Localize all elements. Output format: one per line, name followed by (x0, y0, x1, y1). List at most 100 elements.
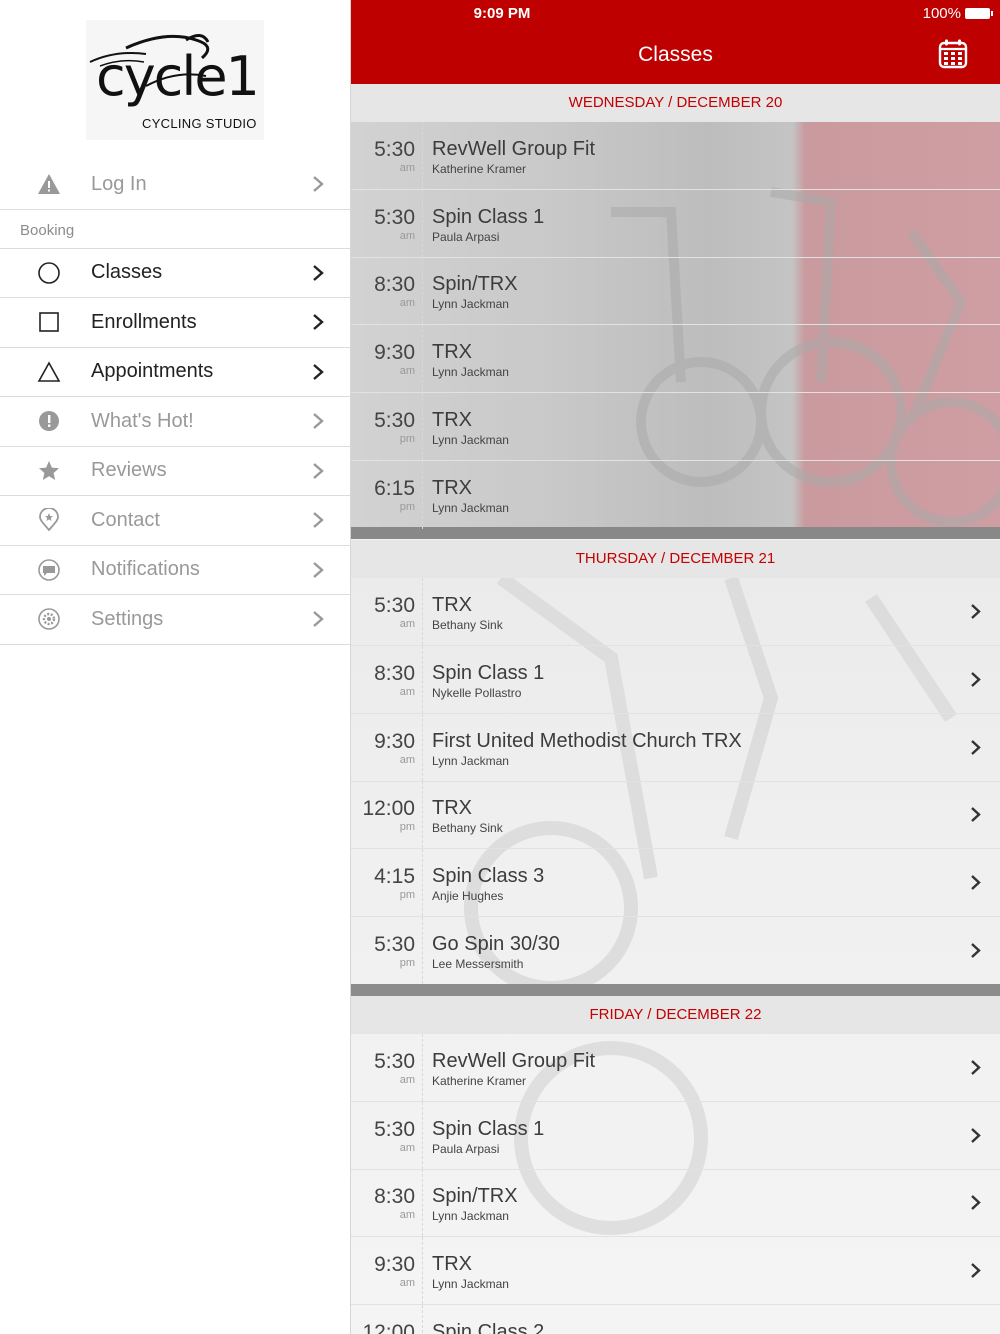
battery-icon (965, 8, 993, 19)
sidebar-item-label: Enrollments (91, 310, 197, 333)
class-row[interactable]: 12:00 pm Spin Class 2 (351, 1305, 1000, 1334)
time-column: 9:30 am (351, 1237, 423, 1304)
class-title: TRX (432, 341, 472, 363)
time-column: 9:30 am (351, 714, 423, 781)
class-time: 5:30 (374, 409, 415, 432)
class-ampm: pm (399, 821, 415, 833)
chevron-right-icon (971, 604, 981, 619)
class-title: TRX (432, 477, 472, 499)
class-row[interactable]: 9:30 am TRX Lynn Jackman (351, 325, 1000, 393)
class-row[interactable]: 9:30 am TRX Lynn Jackman (351, 1237, 1000, 1305)
square-icon (37, 310, 61, 334)
chevron-right-icon (313, 512, 324, 529)
chevron-right-icon (313, 314, 324, 331)
class-time: 9:30 (374, 1253, 415, 1276)
class-title: Spin Class 2 (432, 1321, 545, 1334)
class-ampm: pm (399, 433, 415, 445)
sidebar-item-label: Appointments (91, 360, 214, 383)
nav-bar: 9:09 PM 100% Classes (351, 0, 1000, 84)
class-time: 8:30 (374, 273, 415, 296)
class-time: 12:00 (362, 797, 415, 820)
sidebar-item-appointments[interactable]: Appointments (0, 348, 350, 397)
class-title: Spin Class 3 (432, 865, 545, 887)
studio-logo: cycle1 CYCLING STUDIO (86, 20, 264, 140)
class-time: 8:30 (374, 1185, 415, 1208)
calendar-icon[interactable] (937, 38, 969, 70)
class-row[interactable]: 8:30 am Spin/TRX Lynn Jackman (351, 257, 1000, 325)
time-column: 5:30 am (351, 122, 423, 189)
sidebar-item-enrollments[interactable]: Enrollments (0, 298, 350, 348)
class-ampm: am (399, 754, 415, 766)
class-ampm: am (399, 230, 415, 242)
class-instructor: Katherine Kramer (432, 1074, 527, 1088)
time-column: 5:30 pm (351, 917, 423, 984)
sidebar-menu: Log In Booking Classes Enrollments Appoi… (0, 160, 350, 645)
class-time: 5:30 (374, 933, 415, 956)
class-time: 5:30 (374, 1050, 415, 1073)
time-column: 9:30 am (351, 325, 423, 392)
class-instructor: Anjie Hughes (432, 889, 504, 903)
chevron-right-icon (971, 1060, 981, 1075)
class-ampm: am (399, 686, 415, 698)
time-column: 12:00 pm (351, 781, 423, 848)
class-row[interactable]: 9:30 am First United Methodist Church TR… (351, 714, 1000, 782)
class-time: 8:30 (374, 662, 415, 685)
class-time: 9:30 (374, 341, 415, 364)
sidebar-item-label: Contact (91, 508, 160, 531)
chevron-right-icon (971, 1263, 981, 1278)
class-row[interactable]: 5:30 am RevWell Group Fit Katherine Kram… (351, 122, 1000, 190)
class-ampm: pm (399, 957, 415, 969)
triangle-icon (37, 360, 61, 384)
class-time: 5:30 (374, 138, 415, 161)
class-row[interactable]: 5:30 pm Go Spin 30/30 Lee Messersmith (351, 917, 1000, 985)
class-title: TRX (432, 797, 472, 819)
class-row[interactable]: 6:15 pm TRX Lynn Jackman (351, 461, 1000, 529)
class-title: Go Spin 30/30 (432, 933, 560, 955)
class-time: 6:15 (374, 477, 415, 500)
warning-icon (37, 172, 61, 196)
class-title: Spin Class 1 (432, 1118, 545, 1140)
sidebar-item-whats-hot[interactable]: What's Hot! (0, 397, 350, 447)
class-row[interactable]: 12:00 pm TRX Bethany Sink (351, 781, 1000, 849)
class-ampm: am (399, 365, 415, 377)
time-column: 4:15 pm (351, 849, 423, 916)
class-ampm: am (399, 162, 415, 174)
sidebar: cycle1 CYCLING STUDIO Log In Booking Cla… (0, 0, 351, 1334)
battery-indicator: 100% (922, 5, 993, 22)
sidebar-item-settings[interactable]: Settings (0, 595, 350, 645)
class-ampm: am (399, 1209, 415, 1221)
chevron-right-icon (971, 1195, 981, 1210)
chevron-right-icon (971, 875, 981, 890)
sidebar-item-reviews[interactable]: Reviews (0, 447, 350, 496)
time-column: 5:30 pm (351, 393, 423, 460)
class-instructor: Paula Arpasi (432, 230, 500, 244)
chevron-right-icon (971, 672, 981, 687)
class-ampm: pm (399, 889, 415, 901)
class-row[interactable]: 8:30 am Spin/TRX Lynn Jackman (351, 1169, 1000, 1237)
sidebar-item-classes[interactable]: Classes (0, 249, 350, 298)
chevron-right-icon (971, 943, 981, 958)
class-time: 5:30 (374, 594, 415, 617)
class-ampm: am (399, 297, 415, 309)
class-row[interactable]: 5:30 am Spin Class 1 Paula Arpasi (351, 1102, 1000, 1170)
chevron-right-icon (313, 413, 324, 430)
class-row[interactable]: 5:30 am RevWell Group Fit Katherine Kram… (351, 1034, 1000, 1102)
sidebar-item-login[interactable]: Log In (0, 160, 350, 210)
chevron-right-icon (313, 176, 324, 193)
class-ampm: am (399, 1074, 415, 1086)
star-icon (37, 459, 61, 483)
circle-icon (37, 261, 61, 285)
sidebar-item-notifications[interactable]: Notifications (0, 546, 350, 595)
class-row[interactable]: 5:30 am Spin Class 1 Paula Arpasi (351, 190, 1000, 258)
time-column: 8:30 am (351, 1169, 423, 1236)
class-ampm: am (399, 1142, 415, 1154)
gear-icon (37, 607, 61, 631)
page-title: Classes (638, 43, 713, 66)
class-row[interactable]: 5:30 pm TRX Lynn Jackman (351, 393, 1000, 461)
class-instructor: Lee Messersmith (432, 957, 524, 971)
class-row[interactable]: 4:15 pm Spin Class 3 Anjie Hughes (351, 849, 1000, 917)
class-row[interactable]: 5:30 am TRX Bethany Sink (351, 578, 1000, 646)
class-row[interactable]: 8:30 am Spin Class 1 Nykelle Pollastro (351, 646, 1000, 714)
battery-percent: 100% (922, 5, 961, 22)
sidebar-item-contact[interactable]: Contact (0, 496, 350, 546)
